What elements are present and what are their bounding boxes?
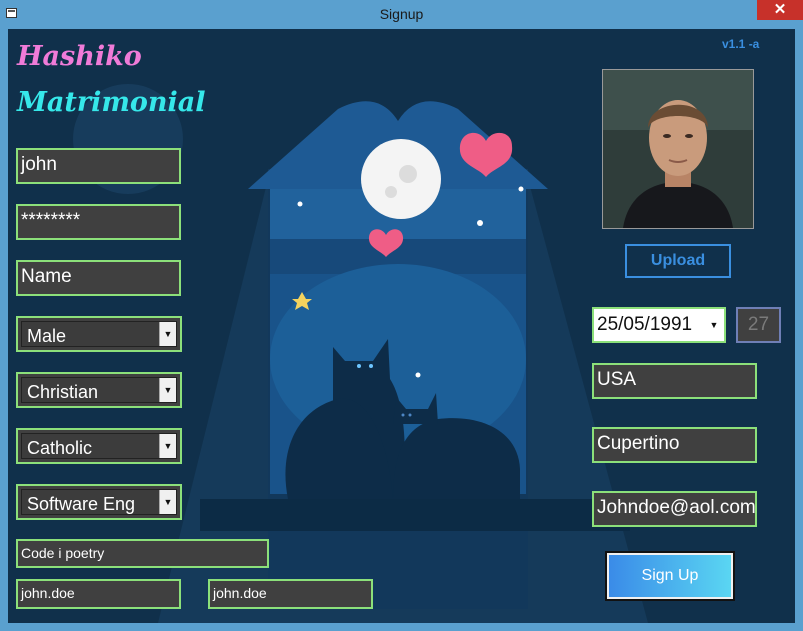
denomination-select-box: Catholic ▼	[21, 433, 177, 459]
chevron-down-icon[interactable]: ▼	[159, 322, 176, 346]
gender-select[interactable]: Male ▼	[16, 316, 182, 352]
hobby-field[interactable]: Code i poetry	[16, 539, 269, 568]
title-bar[interactable]: Signup ✕	[0, 0, 803, 28]
chevron-down-icon[interactable]: ▼	[159, 490, 176, 514]
name-field[interactable]: Name	[16, 260, 181, 296]
right-bottom-field[interactable]: john.doe	[208, 579, 373, 609]
profession-select[interactable]: Software Eng ▼	[16, 484, 182, 520]
religion-select[interactable]: Christian ▼	[16, 372, 182, 408]
left-bottom-field[interactable]: john.doe	[16, 579, 181, 609]
signup-form-area: Hashiko Matrimonial v1.1 -a john *******…	[8, 29, 795, 623]
username-field[interactable]: john	[16, 148, 181, 184]
denomination-select[interactable]: Catholic ▼	[16, 428, 182, 464]
chevron-down-icon[interactable]: ▼	[159, 378, 176, 402]
profile-photo	[602, 69, 754, 229]
city-field[interactable]: Cupertino	[592, 427, 757, 463]
close-button[interactable]: ✕	[757, 0, 803, 20]
dob-value: 25/05/1991	[597, 314, 693, 335]
brand-title-line2: Matrimonial	[17, 87, 206, 118]
age-field: 27	[736, 307, 781, 343]
brand-title-line1: Hashiko	[17, 41, 142, 72]
window-title: Signup	[379, 6, 424, 22]
profession-select-box: Software Eng ▼	[21, 489, 177, 515]
signup-button[interactable]: Sign Up	[605, 551, 735, 601]
gender-select-box: Male ▼	[21, 321, 177, 347]
chevron-down-icon[interactable]: ▼	[159, 434, 176, 458]
religion-select-box: Christian ▼	[21, 377, 177, 403]
country-field[interactable]: USA	[592, 363, 757, 399]
dob-picker[interactable]: 25/05/1991 ▼	[592, 307, 726, 343]
profile-photo-image	[603, 70, 753, 228]
version-label: v1.1 -a	[722, 37, 760, 51]
upload-button[interactable]: Upload	[625, 244, 731, 278]
gender-value: Male	[27, 326, 67, 346]
religion-value: Christian	[27, 382, 99, 402]
signup-window: Signup ✕ Hashiko Matrimonial v1.1 -a joh…	[0, 0, 803, 631]
password-field[interactable]: ********	[16, 204, 181, 240]
chevron-down-icon[interactable]: ▼	[707, 313, 721, 337]
email-field[interactable]: Johndoe@aol.com	[592, 491, 757, 527]
denomination-value: Catholic	[27, 438, 93, 458]
profession-value: Software Eng	[27, 494, 136, 514]
